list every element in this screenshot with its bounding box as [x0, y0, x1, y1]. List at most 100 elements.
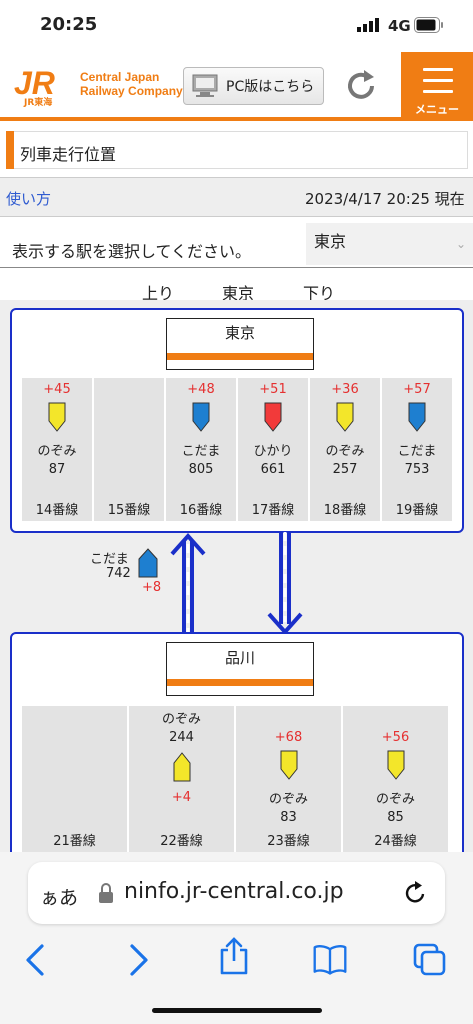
kodama-train-icon[interactable]	[408, 402, 426, 432]
hikari-train-icon[interactable]	[264, 402, 282, 432]
track-14番線: 14番線 +45 のぞみ 87	[22, 378, 92, 521]
nozomi-train-icon[interactable]	[387, 750, 405, 780]
track-22番線: 22番線 +4 のぞみ 244	[129, 706, 234, 852]
nozomi-train-icon[interactable]	[336, 402, 354, 432]
train-name: のぞみ	[325, 444, 365, 459]
menu-label: メニュー	[415, 103, 459, 116]
train-delay: +57	[403, 382, 431, 397]
train-number: 87	[48, 462, 66, 477]
bookmarks-icon[interactable]	[312, 940, 348, 980]
status-time: 20:25	[40, 14, 98, 35]
menu-button[interactable]: メニュー	[401, 52, 473, 118]
train-name: こだま	[397, 444, 437, 459]
kodama-train-icon[interactable]	[192, 402, 210, 432]
train-number: 805	[188, 462, 214, 477]
hamburger-icon	[423, 68, 453, 101]
reader-aa-button[interactable]: ぁあ	[40, 883, 78, 910]
track-number: 17番線	[251, 503, 295, 518]
train-number: 83	[280, 810, 297, 825]
select-prompt: 表示する駅を選択してください。	[12, 242, 252, 261]
company-line1: Central Japan	[80, 70, 160, 84]
station-tokyo: 東京 14番線 +45 のぞみ 87 15番線 16番線 +48 こだま 805 17番線 +51 ひ…	[10, 308, 464, 533]
train-delay: +48	[187, 382, 215, 397]
track-number: 23番線	[267, 834, 310, 849]
train-delay: +68	[274, 730, 303, 745]
train-number: 753	[404, 462, 430, 477]
track-number: 18番線	[323, 503, 367, 518]
url-text[interactable]: ninfo.jr-central.co.jp	[124, 879, 344, 904]
track-number: 15番線	[107, 503, 151, 518]
title-accent	[6, 131, 14, 169]
station-name: 東京	[224, 324, 255, 342]
company-name: Central Japan Railway Company	[80, 70, 183, 98]
between-train-delay: +8	[142, 580, 162, 595]
kodama-train-icon[interactable]	[138, 548, 158, 578]
home-indicator	[152, 1008, 322, 1013]
station-bar	[167, 679, 313, 686]
track-19番線: 19番線 +57 こだま 753	[382, 378, 452, 521]
company-line2: Railway Company	[80, 84, 183, 98]
jr-central-logo[interactable]: JR JR東海	[12, 65, 70, 108]
train-delay: +51	[259, 382, 287, 397]
lock-icon	[99, 883, 113, 903]
station-name: 品川	[224, 649, 255, 667]
howto-link[interactable]: 使い方	[6, 188, 51, 209]
battery-icon	[414, 17, 443, 33]
pc-version-button[interactable]: PC版はこちら	[183, 67, 324, 105]
nozomi-train-icon[interactable]	[280, 750, 298, 780]
signal-icon	[357, 18, 379, 32]
track-number: 21番線	[53, 834, 96, 849]
between-train-number: 742	[106, 566, 131, 581]
track-17番線: 17番線 +51 ひかり 661	[238, 378, 308, 521]
network-label: 4G	[388, 17, 411, 35]
chevron-down-icon: ⌄	[456, 237, 467, 251]
back-icon[interactable]	[18, 940, 54, 980]
train-name: のぞみ	[375, 792, 415, 807]
train-number: 661	[260, 462, 286, 477]
page-title: 列車走行位置	[20, 145, 117, 164]
between-train-name: こだま	[90, 552, 129, 567]
pc-version-label: PC版はこちら	[226, 79, 315, 95]
reload-icon[interactable]	[402, 880, 428, 906]
station-name-box: 品川	[166, 642, 314, 696]
train-delay: +36	[331, 382, 359, 397]
train-name: ひかり	[253, 444, 293, 459]
station-select[interactable]: 東京	[306, 223, 473, 265]
nozomi-train-icon[interactable]	[173, 752, 191, 782]
station-name-box: 東京	[166, 318, 314, 370]
train-name: のぞみ	[161, 712, 201, 727]
train-number: 257	[332, 462, 358, 477]
forward-icon[interactable]	[120, 940, 156, 980]
track-number: 14番線	[35, 503, 79, 518]
monitor-icon	[192, 74, 218, 97]
train-number: 85	[387, 810, 404, 825]
logo-sub: JR東海	[24, 98, 53, 108]
track-number: 24番線	[374, 834, 417, 849]
nozomi-train-icon[interactable]	[48, 402, 66, 432]
up-route-arrow	[170, 532, 206, 636]
train-delay: +45	[43, 382, 71, 397]
track-18番線: 18番線 +36 のぞみ 257	[310, 378, 380, 521]
train-name: のぞみ	[37, 444, 77, 459]
station-bar	[167, 353, 313, 360]
station-shinagawa: 品川 21番線 22番線 +4 のぞみ 244 23番線 +68 のぞみ 83 24番線 +56 のぞ…	[10, 632, 464, 872]
train-name: こだま	[181, 444, 221, 459]
down-route-arrow	[267, 532, 303, 636]
track-15番線: 15番線	[94, 378, 164, 521]
track-number: 22番線	[160, 834, 203, 849]
refresh-icon[interactable]	[342, 68, 382, 104]
track-number: 16番線	[179, 503, 223, 518]
train-delay: +4	[171, 790, 192, 805]
track-number: 19番線	[395, 503, 439, 518]
share-icon[interactable]	[216, 936, 252, 976]
tabs-icon[interactable]	[412, 940, 448, 980]
track-21番線: 21番線	[22, 706, 127, 852]
train-name: のぞみ	[268, 792, 308, 807]
train-delay: +56	[381, 730, 410, 745]
update-datetime: 2023/4/17 20:25 現在	[305, 190, 465, 208]
track-23番線: 23番線 +68 のぞみ 83	[236, 706, 341, 852]
header-divider	[0, 117, 473, 121]
track-16番線: 16番線 +48 こだま 805	[166, 378, 236, 521]
train-number: 244	[169, 730, 194, 745]
track-24番線: 24番線 +56 のぞみ 85	[343, 706, 448, 852]
